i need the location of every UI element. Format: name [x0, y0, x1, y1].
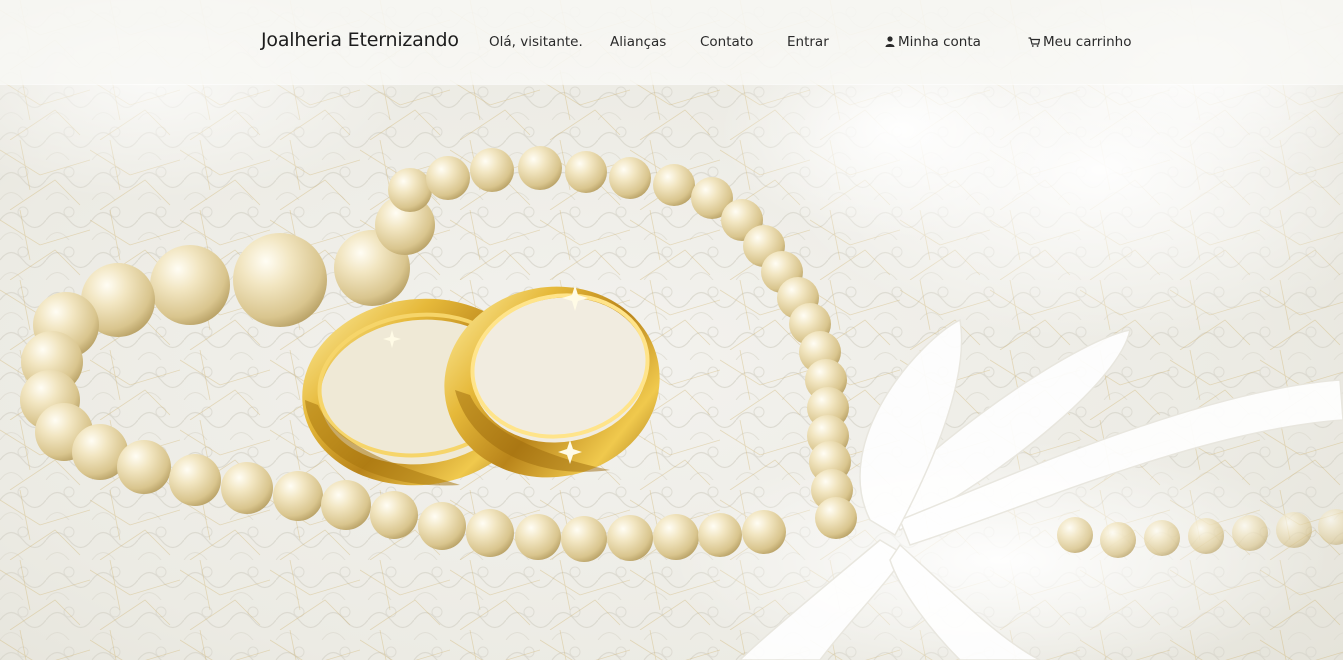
nav-link-minha-conta[interactable]: Minha conta — [885, 34, 981, 50]
minha-conta-label: Minha conta — [898, 34, 981, 50]
hero-banner — [0, 0, 1343, 660]
nav-link-entrar[interactable]: Entrar — [787, 34, 829, 50]
meu-carrinho-label: Meu carrinho — [1043, 34, 1132, 50]
greeting-text: Olá, visitante. — [489, 34, 583, 50]
nav-link-meu-carrinho[interactable]: Meu carrinho — [1028, 34, 1131, 50]
hero-image — [0, 0, 1343, 660]
nav-link-aliancas[interactable]: Alianças — [610, 34, 666, 50]
brand-logo-link[interactable]: Joalheria Eternizando — [261, 29, 459, 51]
user-icon — [885, 36, 895, 47]
nav-link-contato[interactable]: Contato — [700, 34, 753, 50]
cart-icon — [1028, 37, 1040, 47]
top-navbar: Joalheria Eternizando Olá, visitante. Al… — [0, 0, 1343, 84]
